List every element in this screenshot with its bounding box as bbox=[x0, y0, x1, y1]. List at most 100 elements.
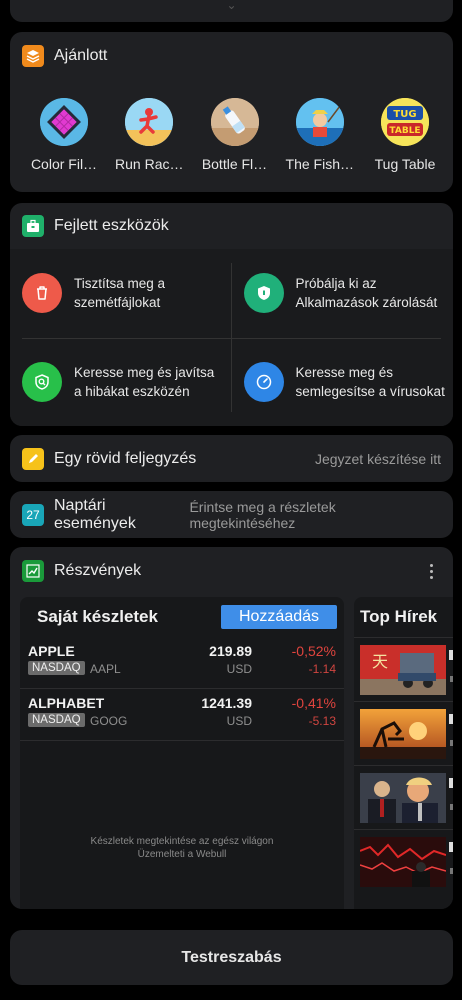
customize-button[interactable]: Testreszabás bbox=[10, 930, 453, 985]
calendar-title: Naptári események bbox=[54, 496, 136, 532]
advanced-tools-title: Fejlett eszközök bbox=[54, 217, 169, 234]
tool-label: Keresse meg és semlegesítse a vírusokat bbox=[295, 364, 445, 399]
news-headline-fragment bbox=[449, 714, 453, 724]
news-thumbnail bbox=[360, 773, 446, 823]
stock-row-apple[interactable]: APPLE NASDAQ AAPL 219.89 USD -0,52% -1.1… bbox=[20, 637, 344, 689]
tool-find-fix[interactable]: Keresse meg és javítsa a hibákat eszközé… bbox=[10, 338, 232, 427]
layers-icon bbox=[22, 45, 44, 67]
run-race-game-icon bbox=[125, 98, 174, 146]
stock-change: -1.14 bbox=[308, 662, 336, 676]
stock-price: 219.89 bbox=[209, 643, 252, 659]
stock-ticker: GOOG bbox=[90, 714, 128, 728]
quick-note-header: Egy rövid feljegyzés Jegyzet készítése i… bbox=[10, 435, 453, 482]
advanced-tools-widget: Fejlett eszközök Tisztítsa meg a szemétf… bbox=[10, 203, 453, 426]
tool-label: Próbálja ki az Alkalmazások zárolását bbox=[295, 276, 438, 311]
fishing-game-icon bbox=[295, 98, 344, 146]
tug-table-game-icon: TUG TABLE bbox=[381, 98, 429, 146]
stock-row-alphabet[interactable]: ALPHABET NASDAQ GOOG 1241.39 USD -0,41% … bbox=[20, 689, 344, 741]
app-bottle-flip[interactable]: Bottle Fl… bbox=[195, 98, 275, 172]
quick-note-widget[interactable]: Egy rövid feljegyzés Jegyzet készítése i… bbox=[10, 435, 453, 482]
recommended-title: Ajánlott bbox=[54, 47, 108, 64]
news-source-fragment bbox=[450, 868, 453, 874]
advanced-tools-header: Fejlett eszközök bbox=[10, 203, 453, 249]
tool-virus-scan[interactable]: Keresse meg és semlegesítse a vírusokat bbox=[232, 338, 454, 427]
calendar-header: 27 Naptári események Érintse meg a részl… bbox=[10, 491, 453, 538]
stocks-widget: Részvények Saját készletek Hozzáadás APP… bbox=[10, 547, 453, 909]
shield-search-icon bbox=[22, 361, 62, 402]
app-run-race[interactable]: Run Rac… bbox=[109, 98, 189, 172]
stock-exchange-badge: NASDAQ bbox=[28, 713, 85, 727]
svg-text:TUG: TUG bbox=[393, 109, 416, 120]
app-the-fish[interactable]: The Fish… bbox=[280, 98, 360, 172]
news-source-fragment bbox=[450, 740, 453, 746]
advanced-tools-grid: Tisztítsa meg a szemétfájlokat Próbálja … bbox=[10, 249, 453, 426]
recommended-apps-list: Color Fil… Run Rac… Bottle Fl… The Fish…… bbox=[10, 80, 453, 172]
grid-divider-horizontal bbox=[22, 338, 441, 339]
chart-icon bbox=[22, 560, 44, 582]
stock-currency: USD bbox=[226, 714, 252, 728]
tool-label: Tisztítsa meg a szemétfájlokat bbox=[74, 276, 166, 311]
news-item[interactable] bbox=[354, 701, 453, 765]
app-label: Run Rac… bbox=[115, 156, 184, 172]
trash-icon bbox=[22, 273, 62, 314]
stocks-title: Részvények bbox=[54, 562, 142, 579]
stock-change: -5.13 bbox=[308, 714, 336, 728]
news-item[interactable] bbox=[354, 829, 453, 893]
recommended-widget: Ajánlott Color Fil… Run Rac… Bottle Fl… … bbox=[10, 32, 453, 192]
stock-percent-change: -0,41% bbox=[291, 695, 336, 711]
svg-text:TABLE: TABLE bbox=[389, 126, 420, 136]
tool-clean-junk[interactable]: Tisztítsa meg a szemétfájlokat bbox=[10, 249, 232, 338]
shield-lock-icon bbox=[243, 273, 284, 314]
holdings-footer-line1: Készletek megtekintése az egész világon bbox=[90, 836, 274, 847]
holdings-footer[interactable]: Készletek megtekintése az egész világon … bbox=[20, 835, 344, 861]
holdings-footer-line2: Üzemelteti a Webull bbox=[137, 849, 227, 860]
app-label: Bottle Fl… bbox=[201, 156, 268, 172]
top-news-panel: Top Hírek 天 bbox=[354, 597, 453, 909]
speed-gauge-icon bbox=[243, 361, 284, 402]
app-label: The Fish… bbox=[285, 156, 354, 172]
top-news-title: Top Hírek bbox=[360, 607, 438, 626]
stock-name: ALPHABET bbox=[28, 695, 105, 711]
color-fill-game-icon bbox=[40, 98, 88, 146]
toolbox-icon bbox=[22, 215, 44, 237]
stock-percent-change: -0,52% bbox=[291, 643, 336, 659]
calendar-action[interactable]: Érintse meg a részletek megtekintéséhez bbox=[189, 499, 441, 531]
app-label: Tug Table bbox=[374, 156, 436, 172]
recommended-header: Ajánlott bbox=[10, 32, 453, 80]
news-headline-fragment bbox=[449, 842, 453, 852]
tool-label: Keresse meg és javítsa a hibákat eszközé… bbox=[74, 364, 215, 399]
more-options-icon[interactable] bbox=[421, 563, 441, 579]
news-item[interactable] bbox=[354, 765, 453, 829]
stock-name: APPLE bbox=[28, 643, 75, 659]
news-thumbnail: 天 bbox=[360, 645, 446, 695]
news-item[interactable]: 天 bbox=[354, 637, 453, 701]
bottle-flip-game-icon bbox=[210, 98, 259, 146]
news-thumbnail bbox=[360, 837, 446, 887]
news-source-fragment bbox=[450, 676, 453, 682]
calendar-widget[interactable]: 27 Naptári események Érintse meg a részl… bbox=[10, 491, 453, 538]
quick-note-title: Egy rövid feljegyzés bbox=[54, 449, 197, 467]
stock-price: 1241.39 bbox=[201, 695, 252, 711]
pencil-icon bbox=[22, 447, 44, 470]
app-color-fill[interactable]: Color Fil… bbox=[24, 98, 104, 172]
tool-app-lock[interactable]: Próbálja ki az Alkalmazások zárolását bbox=[232, 249, 454, 338]
svg-text:天: 天 bbox=[372, 652, 388, 671]
stock-ticker: AAPL bbox=[90, 662, 121, 676]
news-source-fragment bbox=[450, 804, 453, 810]
calendar-icon: 27 bbox=[22, 503, 44, 526]
add-stock-button[interactable]: Hozzáadás bbox=[221, 605, 337, 629]
previous-widget-card: ⌄ bbox=[10, 0, 453, 22]
stock-currency: USD bbox=[226, 662, 252, 676]
quick-note-action[interactable]: Jegyzet készítése itt bbox=[315, 451, 441, 467]
stocks-header: Részvények bbox=[10, 547, 453, 595]
stock-exchange-badge: NASDAQ bbox=[28, 661, 85, 675]
app-label: Color Fil… bbox=[30, 156, 98, 172]
previous-widget-fragment: ⌄ bbox=[226, 0, 237, 12]
calendar-day: 27 bbox=[26, 507, 40, 522]
holdings-title: Saját készletek bbox=[37, 607, 158, 626]
holdings-panel: Saját készletek Hozzáadás APPLE NASDAQ A… bbox=[20, 597, 344, 909]
news-headline-fragment bbox=[449, 650, 453, 660]
app-tug-table[interactable]: TUG TABLE Tug Table bbox=[365, 98, 445, 172]
news-thumbnail bbox=[360, 709, 446, 759]
news-headline-fragment bbox=[449, 778, 453, 788]
